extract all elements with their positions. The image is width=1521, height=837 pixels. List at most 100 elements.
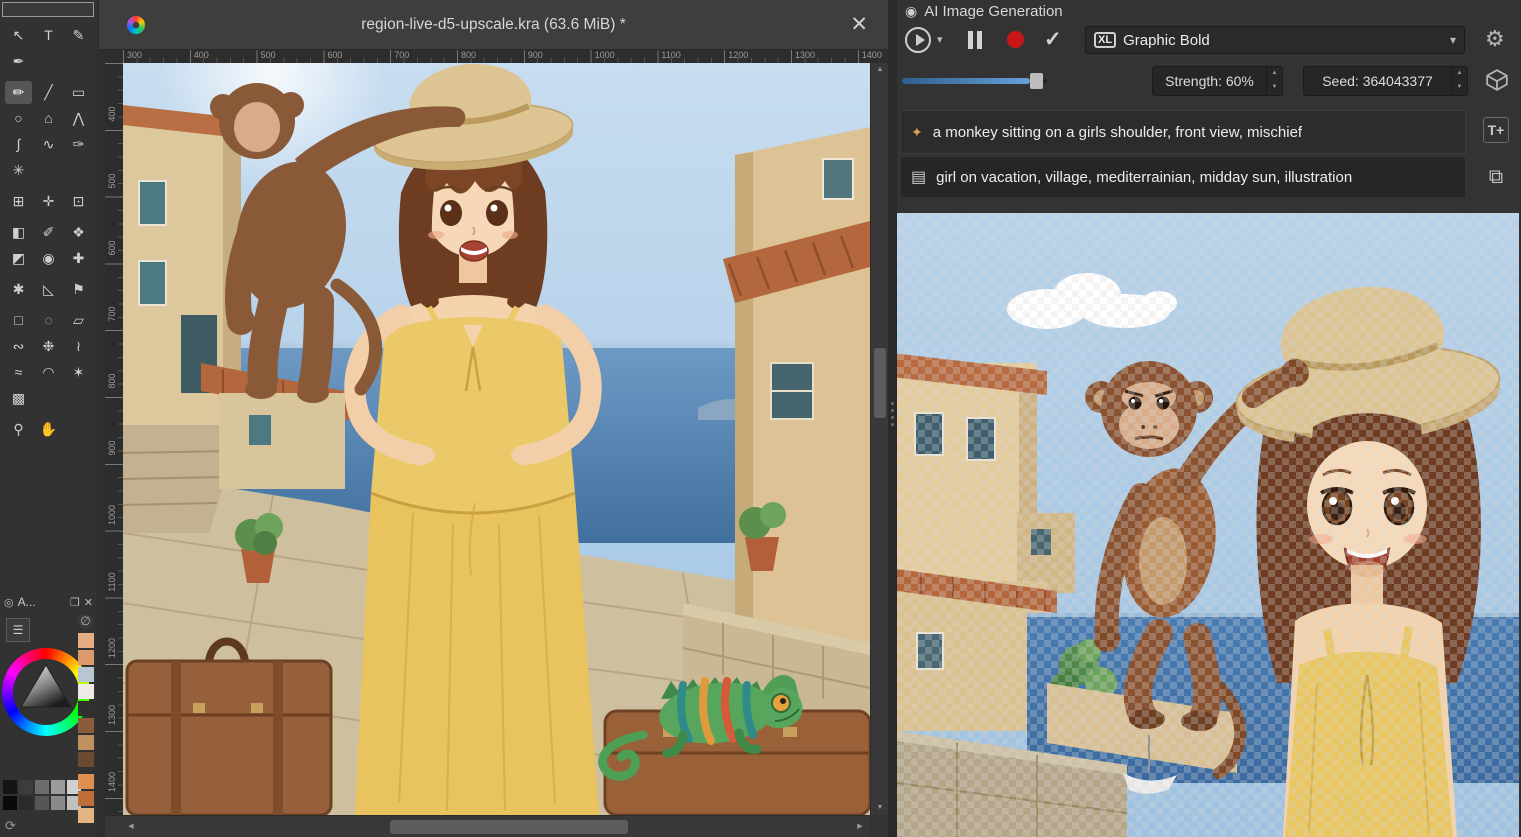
multibrush-tool[interactable]: ✳ <box>5 159 32 182</box>
toolbox-docker-handle[interactable] <box>2 2 94 17</box>
ai-preview-image[interactable] <box>897 213 1519 837</box>
freehand-brush-tool[interactable]: ✏ <box>5 81 32 104</box>
settings-gear-button[interactable]: ⚙ <box>1485 26 1505 52</box>
horizontal-scroll-handle[interactable] <box>390 820 628 834</box>
model-cube-button[interactable] <box>1485 68 1509 97</box>
polygon-tool[interactable]: ⌂ <box>35 107 62 130</box>
seed-spinbox[interactable]: Seed: 364043377 ▲ ▼ <box>1303 66 1468 96</box>
move-tool[interactable]: ✛ <box>35 190 62 213</box>
freehand-path-tool[interactable]: ∿ <box>35 133 62 156</box>
dynamic-brush-tool[interactable]: ✑ <box>65 133 92 156</box>
crop-tool[interactable]: ⊡ <box>65 190 92 213</box>
region-prompt-text[interactable]: a monkey sitting on a girls shoulder, fr… <box>933 124 1302 141</box>
close-document-icon[interactable]: ✕ <box>850 12 868 37</box>
freehand-selection-tool[interactable]: ∾ <box>5 335 32 358</box>
color-swatch[interactable] <box>78 650 94 665</box>
root-prompt-input[interactable]: ▤ girl on vacation, village, mediterrain… <box>900 156 1466 198</box>
region-layers-icon[interactable]: ⧉ <box>1480 162 1512 192</box>
enclose-selection-tool[interactable]: ▩ <box>5 387 32 410</box>
rectangular-selection-tool[interactable]: □ <box>5 309 32 332</box>
slider-handle[interactable] <box>1030 73 1043 89</box>
edit-shapes-tool[interactable]: ✎ <box>65 24 92 47</box>
spin-down-icon[interactable]: ▼ <box>1452 81 1467 95</box>
close-docker-icon[interactable]: ✕ <box>84 596 93 609</box>
scroll-down-arrow[interactable]: ▼ <box>871 801 889 815</box>
spin-down-icon[interactable]: ▼ <box>1267 81 1282 95</box>
smart-patch-tool[interactable]: ✚ <box>65 247 92 270</box>
scroll-left-arrow[interactable]: ◀ <box>123 816 139 837</box>
bezier-curve-tool[interactable]: ∫ <box>5 133 32 156</box>
scroll-up-arrow[interactable]: ▲ <box>871 63 889 77</box>
polyline-tool[interactable]: ⋀ <box>65 107 92 130</box>
apply-button[interactable]: ✓ <box>1044 27 1062 52</box>
spin-arrows[interactable]: ▲ ▼ <box>1266 67 1282 95</box>
root-prompt-text[interactable]: girl on vacation, village, mediterrainia… <box>936 169 1352 186</box>
spin-arrows[interactable]: ▲ ▼ <box>1451 67 1467 95</box>
outline-selection-tool[interactable]: ◠ <box>35 361 62 384</box>
strength-spinbox[interactable]: Strength: 60% ▲ ▼ <box>1152 66 1283 96</box>
refresh-icon[interactable]: ⟳ <box>5 818 16 834</box>
color-swatch[interactable] <box>78 701 94 716</box>
color-swatch[interactable] <box>19 780 33 794</box>
hsv-triangle[interactable] <box>13 659 79 725</box>
color-swatch[interactable] <box>78 791 94 806</box>
float-docker-icon[interactable]: ❐ <box>70 596 80 609</box>
canvas[interactable] <box>123 63 870 815</box>
color-swatch[interactable] <box>19 796 33 810</box>
no-color-swatch[interactable]: ∅ <box>78 614 93 629</box>
reference-images-tool[interactable]: ⚑ <box>65 278 92 301</box>
color-sampler-tool[interactable]: ✐ <box>35 221 62 244</box>
pause-button[interactable] <box>965 31 985 49</box>
similar-color-selection-tool[interactable]: ❉ <box>35 335 62 358</box>
vertical-scroll-handle[interactable] <box>874 348 886 418</box>
elliptical-selection-tool[interactable]: ◌ <box>35 309 62 332</box>
strength-slider[interactable] <box>902 73 1047 89</box>
color-swatch[interactable] <box>78 752 94 767</box>
text-region-icon[interactable]: T+ <box>1483 117 1509 143</box>
ellipse-tool[interactable]: ○ <box>5 107 32 130</box>
enclose-fill-tool[interactable]: ◉ <box>35 247 62 270</box>
bezier-selection-tool[interactable]: ≀ <box>65 335 92 358</box>
color-swatch[interactable] <box>78 735 94 750</box>
color-swatch[interactable] <box>78 684 94 699</box>
color-swatch[interactable] <box>35 796 49 810</box>
hue-ring[interactable] <box>2 648 90 736</box>
color-swatch[interactable] <box>78 633 94 648</box>
polygonal-selection-tool[interactable]: ▱ <box>65 309 92 332</box>
magnetic-selection-tool[interactable]: ≈ <box>5 361 32 384</box>
rectangle-tool[interactable]: ▭ <box>65 81 92 104</box>
region-prompt-input[interactable]: ✦ a monkey sitting on a girls shoulder, … <box>900 110 1466 154</box>
color-swatch[interactable] <box>51 796 65 810</box>
transform-tool[interactable]: ⊞ <box>5 190 32 213</box>
color-swatch[interactable] <box>3 780 17 794</box>
play-button[interactable] <box>905 27 931 53</box>
spin-up-icon[interactable]: ▲ <box>1267 67 1282 81</box>
color-swatch[interactable] <box>3 796 17 810</box>
spin-up-icon[interactable]: ▲ <box>1452 67 1467 81</box>
text-tool[interactable]: T <box>35 24 62 47</box>
scroll-right-arrow[interactable]: ▶ <box>852 816 868 837</box>
panel-splitter[interactable] <box>888 0 897 837</box>
line-tool[interactable]: ╱ <box>35 81 62 104</box>
assistants-tool[interactable]: ✱ <box>5 278 32 301</box>
gradient-tool[interactable]: ◧ <box>5 221 32 244</box>
color-swatch[interactable] <box>78 774 94 789</box>
color-swatch[interactable] <box>78 808 94 823</box>
shade-selector-menu-button[interactable]: ☰ <box>6 618 30 642</box>
canvas-horizontal-scrollbar[interactable]: ◀ ▶ <box>105 815 870 837</box>
select-shapes-tool[interactable]: ↖ <box>5 24 32 47</box>
canvas-vertical-scrollbar[interactable]: ▲ ▼ <box>870 63 888 815</box>
style-select[interactable]: XL Graphic Bold ▾ <box>1085 26 1465 54</box>
pattern-tool[interactable]: ❖ <box>65 221 92 244</box>
pan-tool[interactable]: ✋ <box>35 418 62 441</box>
intersect-selection-tool[interactable]: ✶ <box>65 361 92 384</box>
calligraphy-tool[interactable]: ✒ <box>5 50 32 73</box>
play-options-chevron[interactable]: ▾ <box>937 33 943 46</box>
color-swatch[interactable] <box>35 780 49 794</box>
zoom-tool[interactable]: ⚲ <box>5 418 32 441</box>
document-titlebar[interactable]: region-live-d5-upscale.kra (63.6 MiB) * … <box>99 0 888 50</box>
measure-tool[interactable]: ◺ <box>35 278 62 301</box>
fill-tool[interactable]: ◩ <box>5 247 32 270</box>
color-swatch[interactable] <box>51 780 65 794</box>
color-swatch[interactable] <box>78 667 94 682</box>
